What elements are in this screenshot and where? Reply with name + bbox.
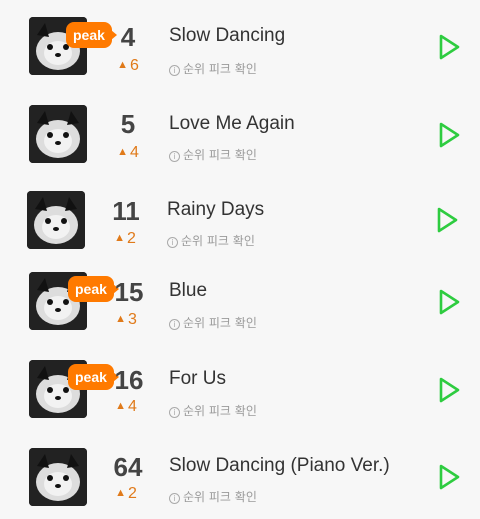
album-art[interactable] [27,191,85,249]
peak-check-link[interactable]: i 순위 피크 확인 [169,488,257,505]
rank-change: ▲ 3 [115,311,137,328]
rank-number: 11 [112,196,140,226]
track-title[interactable]: Slow Dancing (Piano Ver.) [169,455,390,477]
rank-change: ▲ 4 [115,398,137,415]
rank-change: ▲ 2 [115,485,137,502]
peak-check-link[interactable]: i 순위 피크 확인 [169,146,257,163]
triangle-up-icon: ▲ [114,232,125,244]
track-title[interactable]: Love Me Again [169,113,295,135]
info-icon: i [167,237,178,248]
track-row[interactable]: 11 ▲ 2 Rainy Days i 순위 피크 확인 [0,174,480,260]
triangle-up-icon: ▲ [117,59,128,71]
track-row[interactable]: 5 ▲ 4 Love Me Again i 순위 피크 확인 [0,88,480,174]
rank-number: 4 [120,22,136,52]
play-icon[interactable] [434,206,460,234]
rank-change: ▲ 2 [114,230,136,247]
track-title[interactable]: For Us [169,368,226,390]
rank-change: ▲ 6 [117,57,139,74]
rank-change: ▲ 4 [117,144,139,161]
info-icon: i [169,407,180,418]
track-title[interactable]: Slow Dancing [169,25,285,47]
album-art[interactable] [29,448,87,506]
triangle-up-icon: ▲ [117,146,128,158]
rank-number: 15 [114,277,144,307]
rank-number: 16 [114,365,144,395]
track-row[interactable]: peak 4 ▲ 6 Slow Dancing i 순위 피크 확인 [0,0,480,86]
track-row[interactable]: 64 ▲ 2 Slow Dancing (Piano Ver.) i 순위 피크 확… [0,433,480,519]
peak-check-link[interactable]: i 순위 피크 확인 [169,402,257,419]
triangle-up-icon: ▲ [115,400,126,412]
play-icon[interactable] [436,463,462,491]
triangle-up-icon: ▲ [115,313,126,325]
track-title[interactable]: Blue [169,280,207,302]
play-icon[interactable] [436,33,462,61]
peak-check-link[interactable]: i 순위 피크 확인 [169,314,257,331]
play-icon[interactable] [436,288,462,316]
triangle-up-icon: ▲ [115,487,126,499]
track-row[interactable]: peak 16 ▲ 4 For Us i 순위 피크 확인 [0,346,480,432]
info-icon: i [169,493,180,504]
info-icon: i [169,151,180,162]
rank-number: 64 [113,452,143,482]
album-art[interactable] [29,105,87,163]
play-icon[interactable] [436,376,462,404]
info-icon: i [169,319,180,330]
play-icon[interactable] [436,121,462,149]
track-title[interactable]: Rainy Days [167,199,264,221]
info-icon: i [169,65,180,76]
track-row[interactable]: peak 15 ▲ 3 Blue i 순위 피크 확인 [0,258,480,344]
peak-check-link[interactable]: i 순위 피크 확인 [169,60,257,77]
peak-check-link[interactable]: i 순위 피크 확인 [167,232,255,249]
rank-number: 5 [120,109,136,139]
